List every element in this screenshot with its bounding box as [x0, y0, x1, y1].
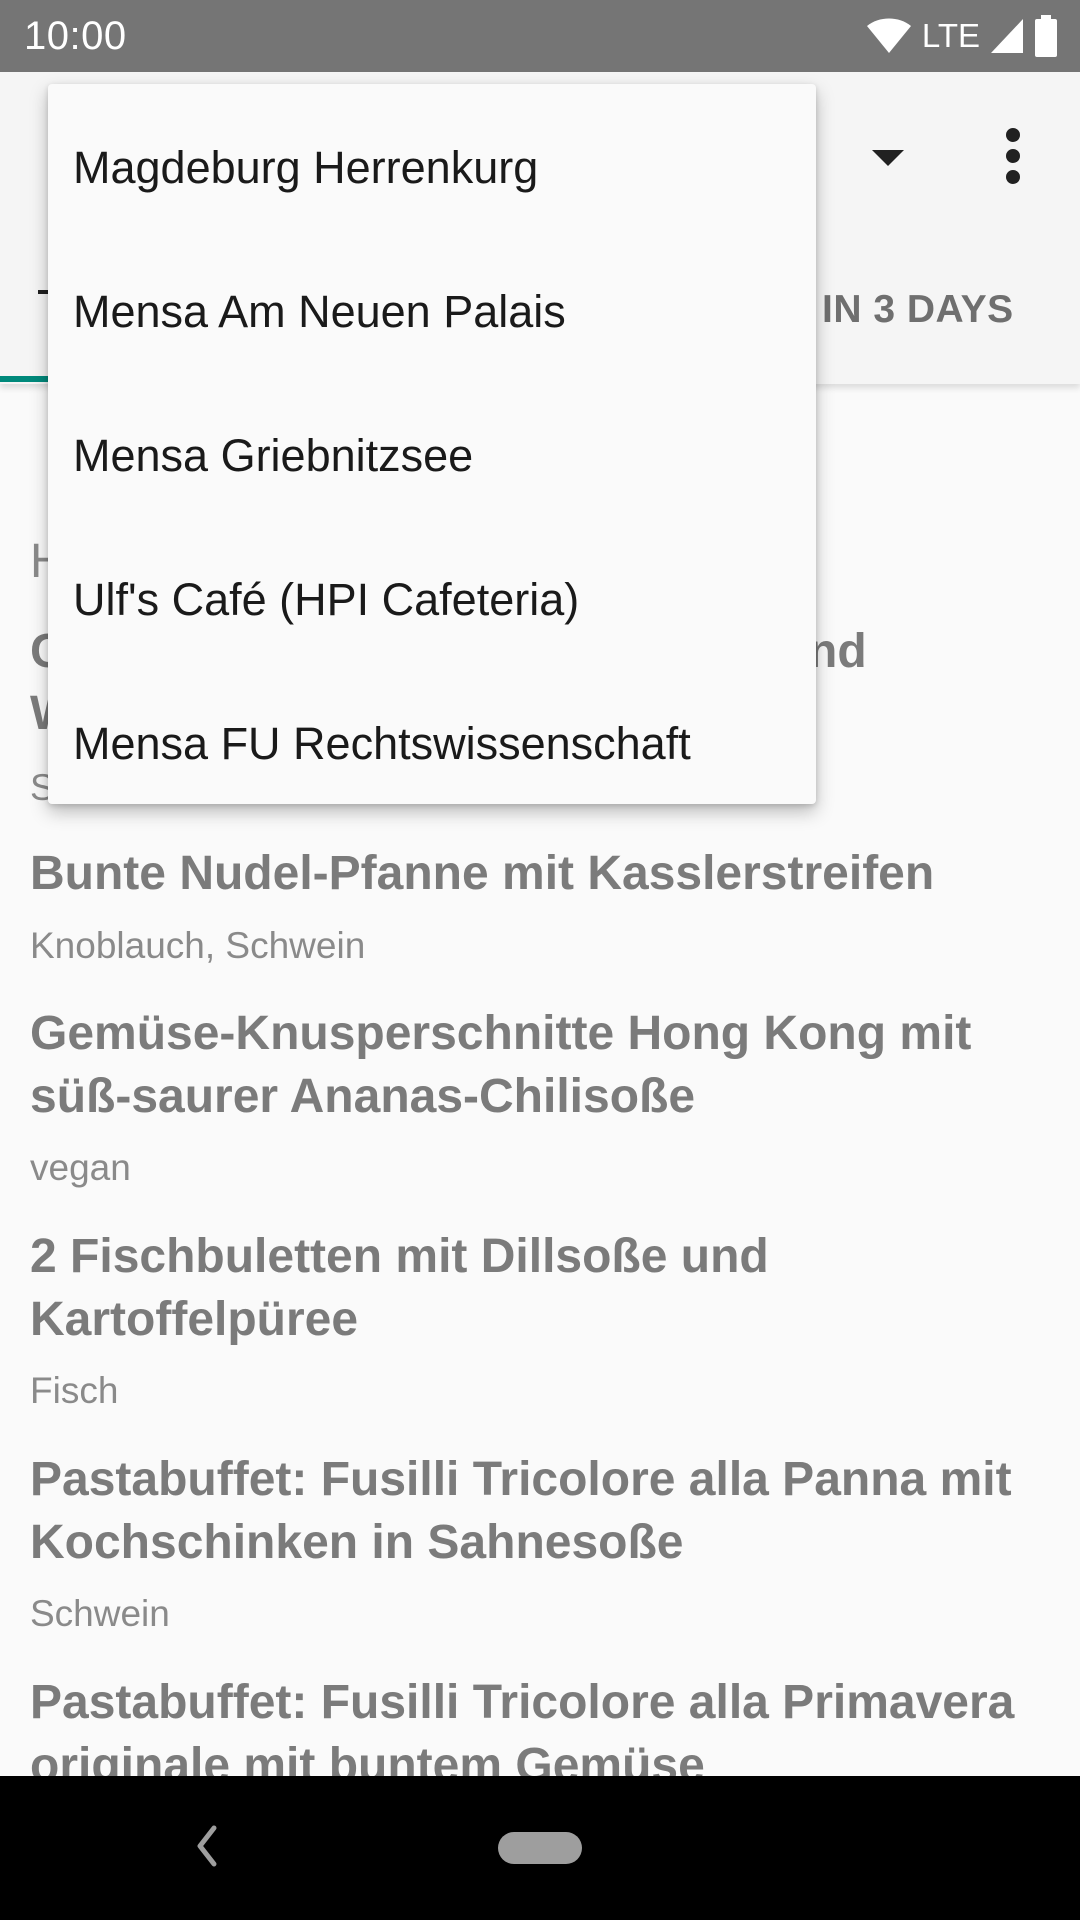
- tab-in-3-days[interactable]: IN 3 DAYS: [822, 288, 1014, 332]
- navigation-bar: [0, 1776, 1080, 1920]
- lte-label: LTE: [921, 17, 980, 54]
- back-icon[interactable]: [190, 1822, 224, 1870]
- meal-tags: Fisch: [30, 1370, 119, 1411]
- dropdown-item[interactable]: Mensa FU Rechtswissenschaft: [48, 672, 816, 816]
- hidden-meal-fragment-1-end: nd: [808, 625, 867, 678]
- meal-tags: Knoblauch, Schwein: [30, 925, 366, 966]
- status-time: 10:00: [24, 14, 127, 58]
- meal-tags: vegan: [30, 1147, 131, 1188]
- meal-name[interactable]: Bunte Nudel-Pfanne mit Kasslerstreifen: [30, 842, 1030, 905]
- dropdown-item[interactable]: Mensa Griebnitzsee: [48, 384, 816, 528]
- battery-icon: [1035, 15, 1057, 57]
- dropdown-item[interactable]: Magdeburg Herrenkurg: [48, 96, 816, 240]
- signal-icon: [991, 19, 1023, 53]
- dropdown-arrow-icon[interactable]: [872, 150, 904, 166]
- more-vert-icon[interactable]: [996, 128, 1032, 184]
- meal-name[interactable]: 2 Fischbuletten mit Dillsoße und Kartoff…: [30, 1225, 1030, 1351]
- canteen-dropdown-menu: Magdeburg Herrenkurg Mensa Am Neuen Pala…: [48, 84, 816, 804]
- status-bar: 10:00 LTE: [0, 0, 1080, 72]
- wifi-icon: [866, 18, 911, 53]
- home-pill-icon[interactable]: [498, 1832, 582, 1864]
- status-icons: LTE: [866, 14, 1058, 58]
- dropdown-item[interactable]: Ulf's Café (HPI Cafeteria): [48, 528, 816, 672]
- meal-tags: Schwein: [30, 1593, 170, 1634]
- meal-name[interactable]: Gemüse-Knusperschnitte Hong Kong mit süß…: [30, 1002, 1030, 1128]
- meal-name[interactable]: Pastabuffet: Fusilli Tricolore alla Pann…: [30, 1448, 1030, 1574]
- dropdown-item[interactable]: Mensa Am Neuen Palais: [48, 240, 816, 384]
- meal-name[interactable]: Pastabuffet: Fusilli Tricolore alla Prim…: [30, 1671, 1030, 1776]
